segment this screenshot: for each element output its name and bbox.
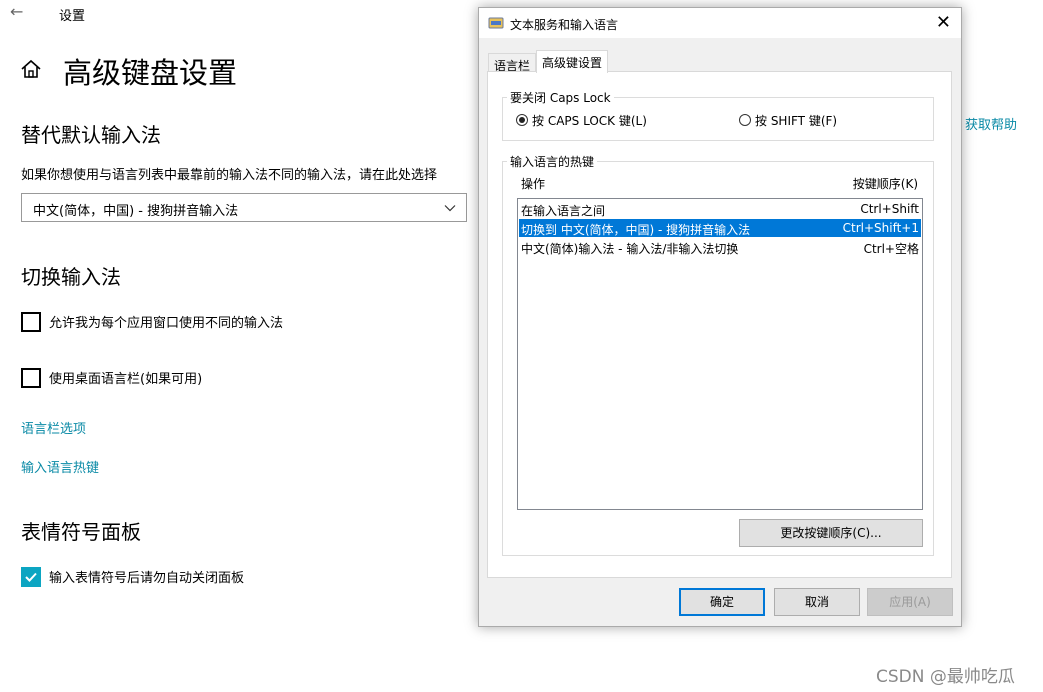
ok-button[interactable]: 确定: [679, 588, 765, 616]
hotkeys-group-legend: 输入语言的热键: [507, 153, 598, 170]
desktop-language-bar-checkbox[interactable]: [21, 368, 41, 388]
column-header-key-sequence: 按键顺序(K): [852, 177, 918, 191]
hotkey-keys: Ctrl+Shift: [860, 202, 919, 216]
list-item-selected[interactable]: 切换到 中文(简体，中国) - 搜狗拼音输入法 Ctrl+Shift+1: [519, 219, 921, 237]
hotkey-action: 切换到 中文(简体，中国) - 搜狗拼音输入法: [521, 223, 751, 237]
shift-key-label[interactable]: 按 SHIFT 键(F): [755, 112, 837, 129]
apply-button[interactable]: 应用(A): [867, 588, 953, 616]
caps-lock-group-legend: 要关闭 Caps Lock: [507, 89, 614, 106]
home-icon: [21, 59, 41, 78]
per-app-ime-label: 允许我为每个应用窗口使用不同的输入法: [49, 316, 284, 331]
emoji-auto-close-label: 输入表情符号后请勿自动关闭面板: [49, 571, 245, 586]
dialog-title: 文本服务和输入语言: [510, 18, 619, 32]
caps-lock-key-radio[interactable]: [516, 114, 528, 126]
hotkey-action: 在输入语言之间: [521, 204, 606, 218]
hotkey-list[interactable]: 在输入语言之间 Ctrl+Shift 切换到 中文(简体，中国) - 搜狗拼音输…: [517, 198, 923, 510]
default-ime-dropdown[interactable]: 中文(简体，中国) - 搜狗拼音输入法: [21, 193, 467, 222]
chevron-down-icon: [444, 205, 456, 212]
column-header-action: 操作: [521, 177, 546, 191]
shift-key-radio[interactable]: [739, 114, 751, 126]
switch-ime-section-title: 切换输入法: [21, 265, 121, 289]
radio-selected-dot: [519, 117, 525, 123]
hotkey-keys: Ctrl+Shift+1: [842, 221, 919, 235]
language-bar-options-link[interactable]: 语言栏选项: [21, 418, 86, 437]
caps-lock-group: 要关闭 Caps Lock 按 CAPS LOCK 键(L) 按 SHIFT 键…: [502, 89, 934, 141]
tab-language-bar[interactable]: 语言栏: [488, 53, 537, 73]
keyboard-app-icon: [488, 17, 504, 29]
emoji-panel-section-title: 表情符号面板: [21, 520, 141, 544]
watermark-text: CSDN @最帅吃瓜: [876, 667, 1015, 687]
text-services-dialog: 文本服务和输入语言 ✕ 语言栏 高级键设置 要关闭 Caps Lock 按 CA…: [478, 7, 962, 627]
list-item[interactable]: 在输入语言之间 Ctrl+Shift: [519, 200, 921, 218]
change-key-sequence-button[interactable]: 更改按键顺序(C)...: [739, 519, 923, 547]
checkmark-icon: [25, 572, 37, 582]
override-ime-description: 如果你想使用与语言列表中最靠前的输入法不同的输入法，请在此处选择: [21, 168, 438, 183]
get-help-link[interactable]: 获取帮助: [965, 114, 1017, 133]
dialog-title-bar[interactable]: 文本服务和输入语言 ✕: [479, 8, 961, 38]
hotkey-action: 中文(简体)输入法 - 输入法/非输入法切换: [521, 242, 739, 256]
default-ime-selected-value: 中文(简体，中国) - 搜狗拼音输入法: [33, 204, 239, 219]
cancel-button[interactable]: 取消: [774, 588, 860, 616]
per-app-ime-checkbox[interactable]: [21, 312, 41, 332]
desktop-language-bar-label: 使用桌面语言栏(如果可用): [49, 372, 203, 387]
tab-advanced-key-settings[interactable]: 高级键设置: [536, 50, 609, 73]
input-language-hotkeys-link[interactable]: 输入语言热键: [21, 457, 99, 476]
close-icon[interactable]: ✕: [936, 12, 951, 33]
emoji-auto-close-checkbox[interactable]: [21, 567, 41, 587]
override-ime-section-title: 替代默认输入法: [21, 123, 161, 147]
list-item[interactable]: 中文(简体)输入法 - 输入法/非输入法切换 Ctrl+空格: [519, 238, 921, 256]
hotkey-keys: Ctrl+空格: [863, 242, 919, 256]
hotkeys-group: 输入语言的热键 操作 按键顺序(K) 在输入语言之间 Ctrl+Shift 切换…: [502, 153, 934, 556]
page-title: 高级键盘设置: [63, 56, 238, 90]
advanced-key-settings-panel: 要关闭 Caps Lock 按 CAPS LOCK 键(L) 按 SHIFT 键…: [487, 71, 952, 578]
back-arrow-icon[interactable]: ←: [10, 2, 23, 21]
settings-window-title: 设置: [59, 9, 86, 24]
caps-lock-key-label[interactable]: 按 CAPS LOCK 键(L): [532, 112, 647, 129]
